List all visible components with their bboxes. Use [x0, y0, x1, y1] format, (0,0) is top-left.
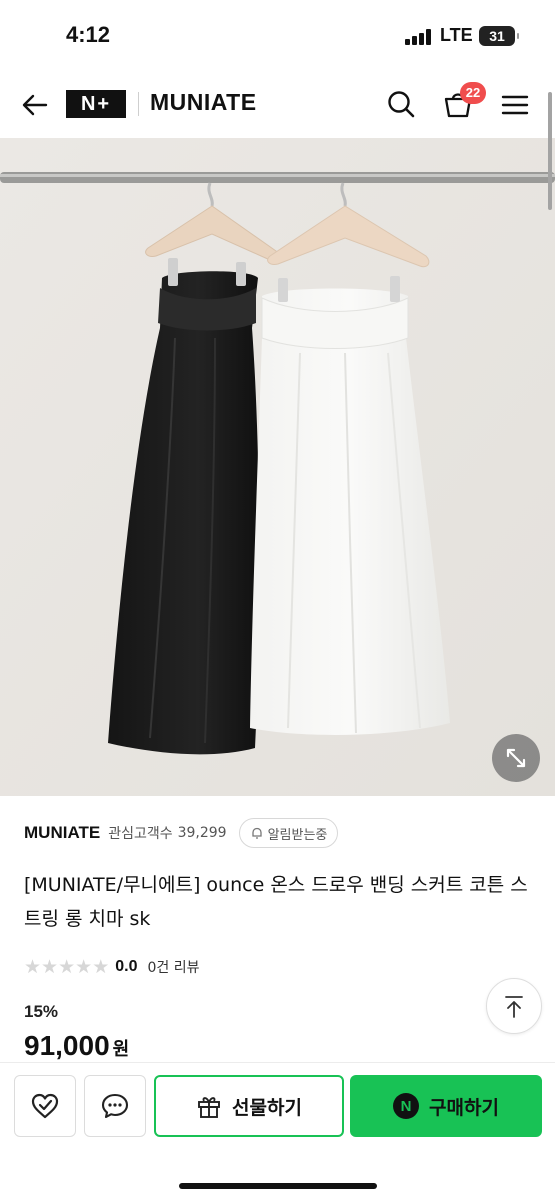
product-title: [MUNIATE/무니에트] ounce 온스 드로우 밴딩 스커트 코튼 스트… — [24, 874, 528, 930]
price-unit: 원 — [112, 1039, 130, 1060]
nav-divider — [138, 92, 139, 116]
gift-button[interactable]: 선물하기 — [154, 1075, 344, 1137]
naverpay-icon: N — [393, 1093, 420, 1119]
product-image[interactable] — [0, 138, 555, 796]
gift-icon — [198, 1097, 220, 1118]
status-bar: 4:12 LTE 31 — [0, 0, 555, 76]
rating-stars: ★ ★ ★ ★ ★ — [24, 957, 109, 977]
price: 91,000 원 — [24, 1030, 129, 1062]
expand-image-button[interactable] — [492, 734, 540, 782]
expand-icon — [506, 748, 526, 768]
rating-value: 0.0 — [115, 958, 138, 975]
star-icon: ★ — [24, 956, 42, 978]
heart-check-icon — [31, 1093, 59, 1119]
search-icon[interactable] — [384, 87, 418, 121]
interest-label: 관심고객수 — [108, 826, 173, 842]
interest-count: 39,299 — [177, 825, 227, 841]
buy-button-label: 구매하기 — [429, 1096, 499, 1119]
chat-icon — [101, 1093, 129, 1119]
network-type: LTE — [440, 25, 473, 45]
price-value: 91,000 — [24, 1030, 110, 1061]
wishlist-button[interactable] — [14, 1075, 76, 1137]
discount-rate: 15% — [24, 1002, 59, 1021]
signal-icon — [405, 29, 435, 45]
brand-name[interactable]: MUNIATE — [24, 823, 100, 843]
alert-subscribe-label: 알림받는중 — [267, 827, 328, 843]
status-time: 4:12 — [66, 22, 111, 47]
top-nav: N+ MUNIATE 22 — [0, 76, 555, 138]
menu-icon[interactable] — [498, 88, 532, 122]
cart-count-badge: 22 — [460, 82, 486, 104]
store-info: MUNIATE 관심고객수 39,299 알림받는중 — [24, 818, 534, 848]
bottom-action-bar: 선물하기 N 구매하기 — [0, 1062, 555, 1200]
bell-icon — [251, 827, 262, 839]
alert-subscribe-button[interactable]: 알림받는중 — [238, 818, 339, 848]
star-icon: ★ — [58, 956, 76, 978]
scroll-to-top-button[interactable] — [486, 978, 542, 1034]
arrow-up-icon — [505, 996, 523, 1018]
star-icon: ★ — [75, 956, 93, 978]
home-indicator — [179, 1183, 377, 1189]
scroll-indicator — [548, 92, 552, 210]
star-icon: ★ — [41, 956, 59, 978]
review-count[interactable]: 0건 리뷰 — [147, 957, 199, 977]
star-icon: ★ — [92, 956, 110, 978]
back-arrow-icon[interactable] — [18, 88, 52, 122]
rating-row[interactable]: ★ ★ ★ ★ ★ 0.0 0건 리뷰 — [24, 954, 199, 980]
store-title[interactable]: MUNIATE — [150, 89, 257, 116]
gift-button-label: 선물하기 — [232, 1096, 302, 1119]
battery-icon: 31 — [479, 26, 519, 46]
buy-button[interactable]: N 구매하기 — [350, 1075, 542, 1137]
chat-button[interactable] — [84, 1075, 146, 1137]
nplus-logo[interactable]: N+ — [66, 90, 126, 118]
